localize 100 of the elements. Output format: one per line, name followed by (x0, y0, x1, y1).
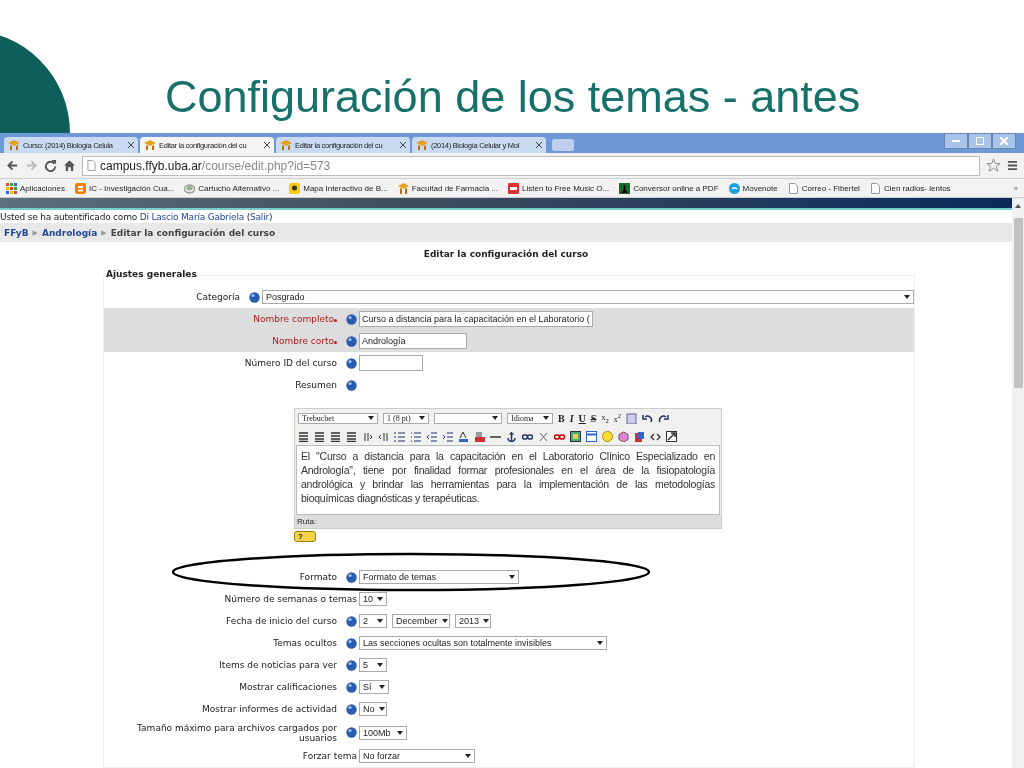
restore-icon[interactable] (968, 133, 992, 149)
text-field[interactable] (359, 355, 423, 371)
ltr-icon[interactable] (362, 430, 373, 442)
format-button[interactable]: U (578, 412, 586, 424)
caret-icon (379, 685, 385, 689)
select-field[interactable]: 100Mb (359, 725, 407, 740)
select-field[interactable]: 5 (359, 658, 387, 672)
image-icon[interactable] (570, 430, 581, 442)
align-center-icon[interactable] (314, 430, 325, 442)
select-field[interactable]: 2 (359, 614, 387, 628)
logout-link[interactable]: Salir (250, 212, 269, 222)
language-select[interactable]: Idioma (507, 412, 553, 424)
select-field[interactable]: December (392, 614, 450, 628)
bookmark-item[interactable]: Cien radios- lentos (869, 182, 951, 194)
justify-icon[interactable] (346, 430, 357, 442)
breadcrumb-link[interactable]: FFyB (4, 227, 29, 238)
user-link[interactable]: Di Lascio María Gabriela (139, 212, 245, 222)
close-icon[interactable] (992, 133, 1016, 149)
caret-icon (378, 707, 385, 711)
background-color-icon[interactable] (474, 430, 485, 442)
field-label: Número de semanas o temas (224, 594, 357, 604)
bookmark-item[interactable]: Conversor online a PDF (619, 182, 719, 194)
field-label: Fecha de inicio del curso (225, 616, 337, 626)
numbered-list-icon[interactable] (394, 430, 405, 442)
bookmark-item[interactable]: Movenote (728, 182, 778, 194)
reload-icon[interactable] (44, 159, 57, 172)
bullet-list-icon[interactable] (410, 430, 421, 442)
bookmark-item[interactable]: Cartucho Alternativo ... (184, 182, 280, 194)
format-button[interactable]: I (569, 412, 574, 424)
rtl-icon[interactable] (378, 430, 389, 442)
redo-icon[interactable] (658, 412, 670, 424)
align-right-icon[interactable] (330, 430, 341, 442)
scroll-up-icon[interactable] (1015, 204, 1021, 208)
star-icon[interactable] (986, 158, 1001, 173)
outdent-icon[interactable] (426, 430, 437, 442)
caret-icon (465, 754, 471, 758)
scroll-thumb[interactable] (1013, 218, 1023, 388)
text-color-icon[interactable] (458, 430, 469, 442)
field-label: Formato (299, 572, 337, 582)
graduation-cap-icon (144, 140, 156, 150)
wave-icon (728, 182, 740, 194)
paste-word-icon[interactable] (634, 430, 645, 442)
graduation-cap-icon (8, 140, 20, 150)
caret-icon (904, 295, 910, 299)
text-field[interactable]: Curso a distancia para la capacitación en el Laboratorio ( (359, 311, 593, 327)
bookmark-item[interactable]: Aplicaciones (6, 182, 65, 194)
bookmark-item[interactable]: Facultad de Farmacia ... (397, 182, 498, 194)
apps-grid-icon (6, 182, 17, 194)
script-button[interactable]: x$_{2}$ (601, 412, 609, 424)
align-left-icon[interactable] (298, 430, 309, 442)
anchor-icon[interactable] (506, 430, 517, 442)
select-field[interactable]: Formato de temas (359, 570, 519, 584)
indent-icon[interactable] (442, 430, 453, 442)
help-badge[interactable]: ? (294, 531, 316, 542)
close-tab-icon[interactable] (128, 142, 134, 148)
caret-icon (492, 416, 498, 420)
figure-icon (619, 182, 631, 194)
more-bookmarks-button[interactable]: » (1013, 183, 1018, 193)
font-select[interactable]: Trebuchet (298, 412, 378, 424)
format-button[interactable]: B (558, 412, 565, 424)
text-field[interactable]: Andrología (359, 333, 467, 349)
menu-icon[interactable] (1007, 160, 1018, 171)
close-tab-icon[interactable] (264, 142, 270, 148)
caret-icon (368, 416, 374, 420)
address-bar[interactable]: campus.ffyb.uba.ar/course/edit.php?id=573 (82, 155, 980, 176)
editor-text-area[interactable]: El "Curso a distancia para la capacitación en el Laboratorio Clínico Especializado en Andrología", tiene por finalidad formar profesionales en el área de la fisiopatología andrológica y brindar las herramientas para la implementación de las metodologías bioquímicas diagnósticas y terapéuticas. (296, 445, 720, 515)
scrollbar[interactable] (1012, 198, 1024, 768)
home-icon[interactable] (63, 159, 76, 172)
paste-icon[interactable] (626, 412, 638, 424)
select-field[interactable]: No forzar (359, 749, 475, 763)
fullscreen-icon[interactable] (666, 430, 677, 442)
field-label: Nombre corto (272, 336, 334, 346)
select-field[interactable]: 2013 (455, 614, 491, 628)
no-link-icon[interactable] (538, 430, 549, 442)
undo-icon[interactable] (642, 412, 654, 424)
select-field[interactable]: No (359, 702, 387, 716)
table-icon[interactable] (586, 430, 597, 442)
caret-icon (509, 575, 515, 579)
script-button[interactable]: x$^{2}$ (613, 412, 622, 424)
back-icon[interactable] (6, 159, 19, 172)
field-label: Nombre completo (253, 314, 334, 324)
caret-icon (419, 416, 425, 420)
breadcrumb-link[interactable]: Andrología (41, 227, 98, 238)
bookmark-item[interactable]: Listen to Free Music O... (508, 182, 610, 194)
bookmark-item[interactable]: IC - Investigación Cua... (74, 182, 175, 194)
fieldset-legend: Ajustes generales (106, 269, 201, 279)
close-tab-icon[interactable] (400, 142, 406, 148)
select-field[interactable]: 10 (359, 592, 387, 606)
login-info: Usted se ha autentificado como Di Lascio María Gabriela (Salir) (0, 211, 274, 223)
select-field[interactable]: Las secciones ocultas son totalmente invisibles (359, 636, 607, 650)
size-select[interactable]: 1 (8 pt) (383, 412, 429, 424)
bookmark-item[interactable]: Correo - Fibertel (787, 182, 860, 194)
minimize-icon[interactable] (944, 133, 968, 149)
select-field[interactable]: Posgrado (262, 290, 914, 304)
select-field[interactable]: Sí (359, 680, 389, 694)
caret-icon (377, 619, 383, 623)
field-label: Temas ocultos (273, 638, 337, 648)
bookmark-item[interactable]: Mapa Interactivo de B... (289, 182, 388, 194)
close-tab-icon[interactable] (536, 142, 542, 148)
format-button[interactable]: S (590, 412, 597, 424)
